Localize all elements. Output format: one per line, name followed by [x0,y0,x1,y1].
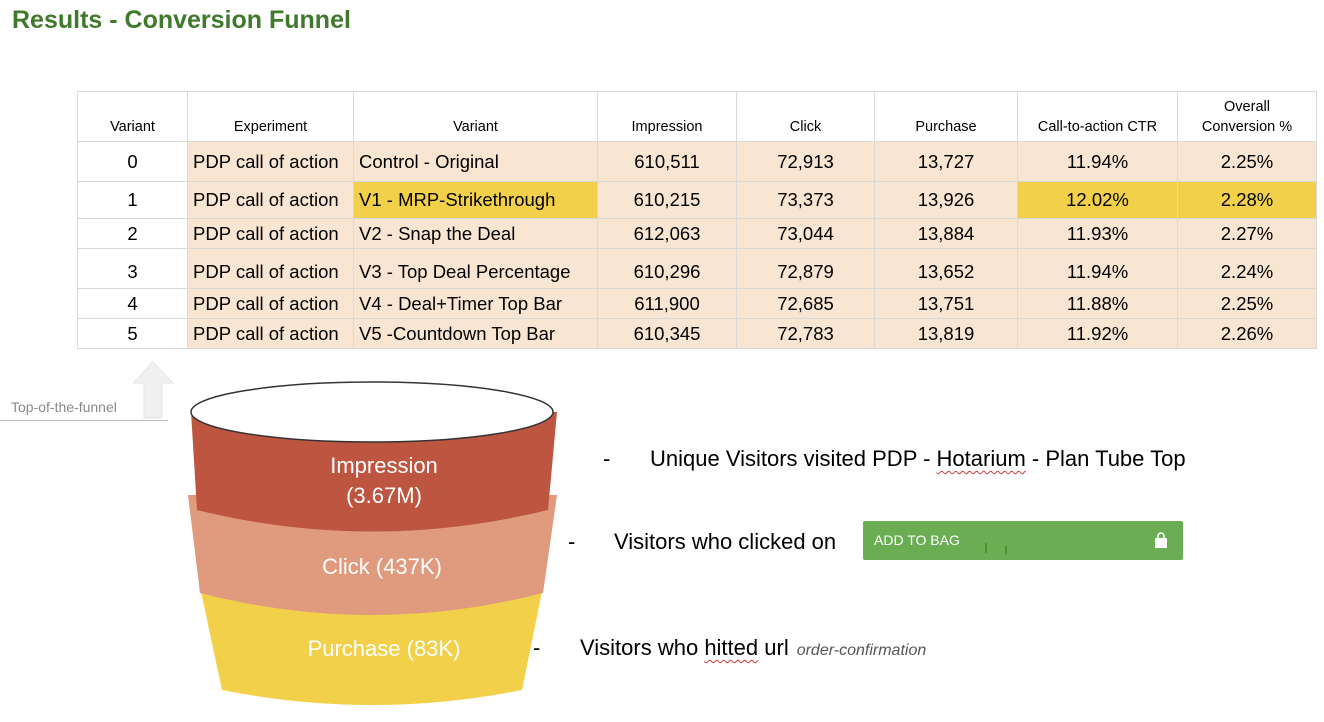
header-impression: Impression [597,91,737,142]
header-conversion: Overall Conversion % [1177,91,1317,142]
cell-experiment: PDP call of action [187,218,354,249]
impression-desc-suffix: - Plan Tube Top [1025,446,1186,471]
table-row: 3 PDP call of action V3 - Top Deal Perce… [77,248,1317,289]
cell-variant: 3 [77,248,188,289]
cell-variant: 4 [77,288,188,319]
funnel-label-purchase: Purchase (83K) [307,636,461,661]
click-description: Visitors who clicked on [614,529,837,554]
impression-description: Unique Visitors visited PDP - Hotarium -… [650,446,1186,472]
shopping-bag-icon [1155,532,1167,548]
cell-ctr: 11.88% [1017,288,1178,319]
cell-conversion: 2.24% [1177,248,1317,289]
brand-name: Hotarium [936,446,1026,471]
cell-impression: 611,900 [597,288,737,319]
header-variant-number: Variant [77,91,188,142]
table-row: 4 PDP call of action V4 - Deal+Timer Top… [77,288,1317,319]
cell-impression: 610,296 [597,248,737,289]
table-row: 5 PDP call of action V5 -Countdown Top B… [77,318,1317,349]
cell-impression: 610,511 [597,141,737,182]
cell-click: 72,783 [736,318,875,349]
funnel-label-impression: Impression (3.67M) [284,451,484,511]
funnel-label-click: Click (437K) [322,554,442,579]
cursor-marks-icon [985,543,1007,555]
cell-experiment: PDP call of action [187,288,354,319]
purchase-desc-suffix: url [758,635,789,660]
cell-conversion: 2.25% [1177,141,1317,182]
cell-experiment: PDP call of action [187,141,354,182]
cell-impression: 610,345 [597,318,737,349]
cell-click: 72,879 [736,248,875,289]
cell-impression: 612,063 [597,218,737,249]
purchase-description: Visitors who hitted url order-confirmatio… [580,635,926,661]
cell-variant: 5 [77,318,188,349]
cell-conversion: 2.25% [1177,288,1317,319]
cell-impression: 610,215 [597,181,737,219]
bullet-dash: - [533,635,541,660]
table-header-row: Variant Experiment Variant Impression Cl… [77,91,1317,142]
table-row: 2 PDP call of action V2 - Snap the Deal … [77,218,1317,249]
cell-variant: 0 [77,141,188,182]
results-table: Variant Experiment Variant Impression Cl… [77,91,1317,349]
cell-purchase: 13,926 [874,181,1018,219]
cell-experiment: PDP call of action [187,318,354,349]
top-of-funnel-label: Top-of-the-funnel [11,399,117,415]
cell-variant-name: V5 -Countdown Top Bar [353,318,598,349]
table-row: 1 PDP call of action V1 - MRP-Strikethro… [77,181,1317,219]
cell-variant-name-highlighted: V1 - MRP-Strikethrough [353,181,598,219]
cell-ctr: 11.92% [1017,318,1178,349]
cell-purchase: 13,819 [874,318,1018,349]
header-variant-name: Variant [353,91,598,142]
cell-purchase: 13,751 [874,288,1018,319]
cell-purchase: 13,727 [874,141,1018,182]
cell-conversion: 2.27% [1177,218,1317,249]
cell-purchase: 13,652 [874,248,1018,289]
table-row: 0 PDP call of action Control - Original … [77,141,1317,182]
cell-variant: 1 [77,181,188,219]
impression-label: Impression [330,453,438,478]
cell-variant-name: V3 - Top Deal Percentage [353,248,598,289]
impression-desc-text: Unique Visitors visited PDP - [650,446,937,471]
cell-variant-name: V2 - Snap the Deal [353,218,598,249]
purchase-desc-text: Visitors who [580,635,705,660]
cell-variant-name: Control - Original [353,141,598,182]
bullet-dash: - [603,446,611,471]
impression-value: (3.67M) [346,483,422,508]
cell-conversion: 2.26% [1177,318,1317,349]
cell-click: 72,685 [736,288,875,319]
cell-conversion-highlighted: 2.28% [1177,181,1317,219]
bullet-dash: - [568,529,576,554]
cell-click: 73,373 [736,181,875,219]
purchase-desc-word: hitted [704,635,759,660]
conversion-funnel [188,381,557,705]
cell-experiment: PDP call of action [187,248,354,289]
top-of-funnel-divider [0,420,168,421]
up-arrow-icon [132,361,174,419]
header-click: Click [736,91,875,142]
cell-ctr: 11.94% [1017,141,1178,182]
header-ctr: Call-to-action CTR [1017,91,1178,142]
cell-experiment: PDP call of action [187,181,354,219]
cell-ctr: 11.93% [1017,218,1178,249]
cell-variant: 2 [77,218,188,249]
cell-variant-name: V4 - Deal+Timer Top Bar [353,288,598,319]
cell-ctr-highlighted: 12.02% [1017,181,1178,219]
funnel-rim [190,381,554,443]
add-to-bag-label: ADD TO BAG [874,532,960,548]
cell-purchase: 13,884 [874,218,1018,249]
page-title: Results - Conversion Funnel [12,6,351,34]
header-experiment: Experiment [187,91,354,142]
cell-click: 73,044 [736,218,875,249]
order-confirmation-url: order-confirmation [796,642,927,659]
header-purchase: Purchase [874,91,1018,142]
cell-ctr: 11.94% [1017,248,1178,289]
add-to-bag-button[interactable]: ADD TO BAG [863,521,1183,560]
cell-click: 72,913 [736,141,875,182]
